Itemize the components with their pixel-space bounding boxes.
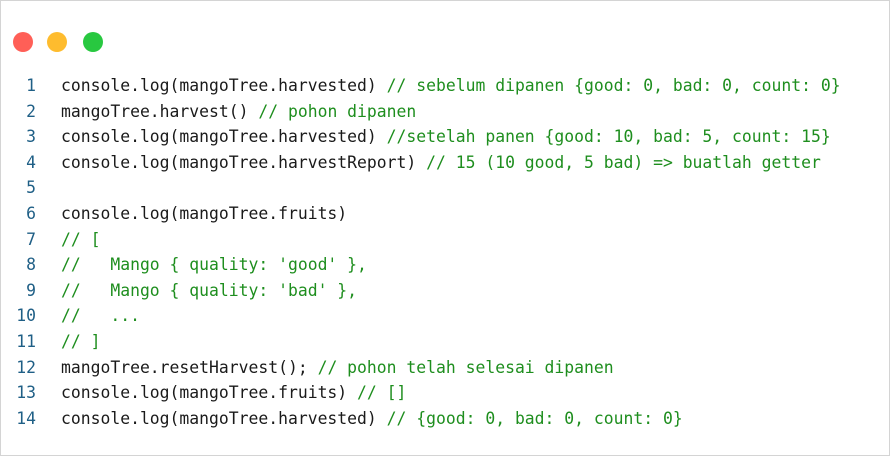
code-line: 1 console.log(mangoTree.harvested) // seb… [1, 73, 889, 99]
minimize-window-button[interactable] [47, 32, 67, 52]
line-source: console.log(mangoTree.fruits) [61, 201, 347, 227]
code-comment: // {good: 0, bad: 0, count: 0} [386, 408, 683, 428]
code-text: console.log(mangoTree.harvestReport) [61, 152, 427, 172]
code-text: mangoTree.harvest() [61, 101, 259, 121]
zoom-window-button[interactable] [83, 32, 103, 52]
line-source: mangoTree.resetHarvest(); // pohon telah… [61, 355, 614, 381]
code-line: 12 mangoTree.resetHarvest(); // pohon tel… [1, 355, 889, 381]
code-line: 3 console.log(mangoTree.harvested) //sete… [1, 124, 889, 150]
code-comment: // [ [61, 229, 101, 249]
code-line: 5 [1, 175, 889, 201]
code-comment: // pohon dipanen [258, 101, 417, 121]
line-number: 11 [16, 331, 36, 351]
line-number: 7 [26, 229, 36, 249]
code-comment: // Mango { quality: 'bad' }, [61, 280, 358, 300]
window-titlebar [1, 1, 889, 61]
line-source: // Mango { quality: 'good' }, [61, 252, 367, 278]
code-text: console.log(mangoTree.fruits) [61, 383, 358, 403]
code-line: 2 mangoTree.harvest() // pohon dipanen [1, 99, 889, 125]
code-comment: //setelah panen {good: 10, bad: 5, count… [386, 127, 831, 147]
line-number: 2 [26, 101, 36, 121]
code-line: 10 // ... [1, 303, 889, 329]
code-text: console.log(mangoTree.fruits) [61, 203, 348, 223]
code-text: console.log(mangoTree.harvested) [61, 127, 387, 147]
code-line: 4 console.log(mangoTree.harvestReport) //… [1, 150, 889, 176]
line-number: 6 [26, 203, 36, 223]
code-comment: // pohon telah selesai dipanen [317, 357, 614, 377]
line-number: 4 [26, 152, 36, 172]
line-source: // [ [61, 227, 100, 253]
code-text: console.log(mangoTree.harvested) [61, 408, 387, 428]
code-comment: // Mango { quality: 'good' }, [61, 255, 367, 275]
line-source: console.log(mangoTree.harvested) // sebe… [61, 73, 841, 99]
code-line: 8 // Mango { quality: 'good' }, [1, 252, 889, 278]
line-number: 3 [26, 127, 36, 147]
line-source: console.log(mangoTree.fruits) // [] [61, 380, 406, 406]
code-block: 1 console.log(mangoTree.harvested) // seb… [1, 73, 889, 431]
code-comment: // 15 (10 good, 5 bad) => buatlah getter [426, 152, 821, 172]
code-line: 6 console.log(mangoTree.fruits) [1, 201, 889, 227]
code-line: 7 // [ [1, 227, 889, 253]
code-comment: // ] [61, 331, 101, 351]
line-source: console.log(mangoTree.harvestReport) // … [61, 150, 821, 176]
close-window-button[interactable] [13, 32, 33, 52]
line-number: 9 [26, 280, 36, 300]
code-text: mangoTree.resetHarvest(); [61, 357, 318, 377]
line-number: 5 [26, 178, 36, 198]
code-line: 11 // ] [1, 329, 889, 355]
code-window: 1 console.log(mangoTree.harvested) // seb… [0, 0, 890, 456]
line-source: console.log(mangoTree.harvested) //setel… [61, 124, 831, 150]
code-comment: // [] [357, 383, 407, 403]
line-number: 12 [16, 357, 36, 377]
line-number: 8 [26, 255, 36, 275]
code-comment: // ... [61, 306, 140, 326]
code-line: 13 console.log(mangoTree.fruits) // [] [1, 380, 889, 406]
line-source: // ... [61, 303, 140, 329]
code-line: 14 console.log(mangoTree.harvested) // {g… [1, 406, 889, 432]
line-source: mangoTree.harvest() // pohon dipanen [61, 99, 416, 125]
line-number: 10 [16, 306, 36, 326]
line-source: // Mango { quality: 'bad' }, [61, 278, 357, 304]
line-number: 1 [26, 76, 36, 95]
line-number: 14 [16, 408, 36, 428]
code-comment: // sebelum dipanen {good: 0, bad: 0, cou… [386, 76, 841, 95]
code-line: 9 // Mango { quality: 'bad' }, [1, 278, 889, 304]
code-text: console.log(mangoTree.harvested) [61, 76, 387, 95]
line-number: 13 [16, 383, 36, 403]
line-source: // ] [61, 329, 100, 355]
line-source: console.log(mangoTree.harvested) // {goo… [61, 406, 683, 432]
